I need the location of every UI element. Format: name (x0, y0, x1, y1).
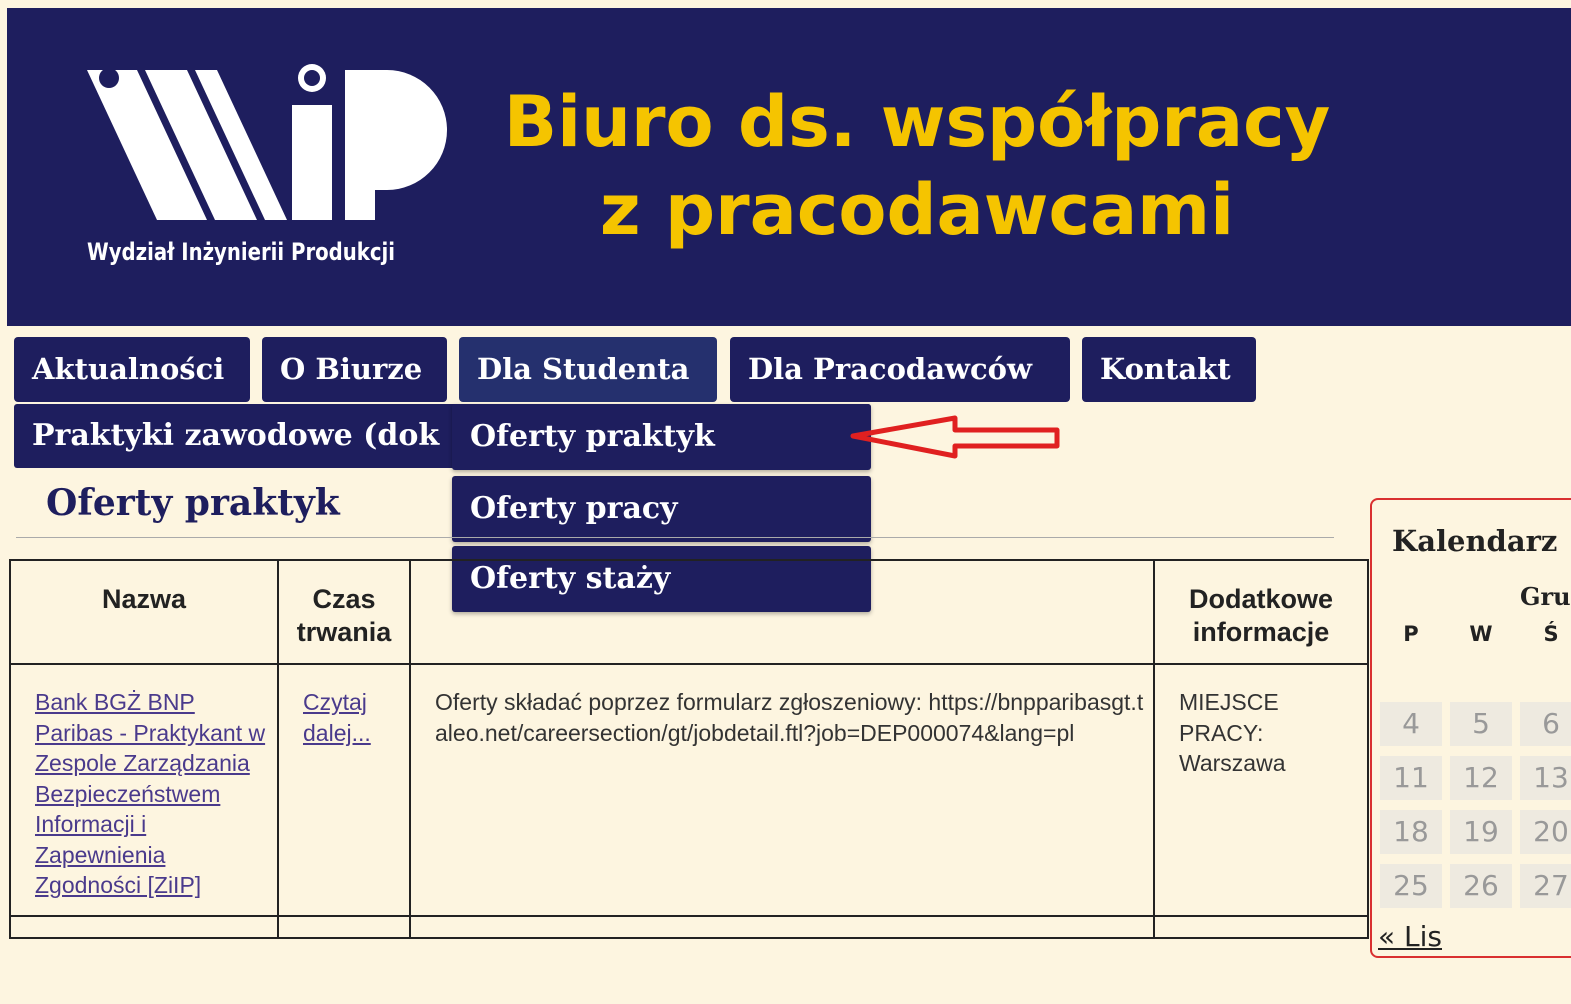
table-header-row: Nazwa Czas trwania Dodatkowe informacje (9, 559, 1369, 665)
tab-dla-pracodawcow[interactable]: Dla Pracodawców (730, 337, 1070, 402)
offer-name-link[interactable]: Bank BGŻ BNP Paribas - Praktykant w Zesp… (35, 689, 265, 898)
calendar-month: Gru (1520, 582, 1571, 611)
cell-name: Bank BGŻ BNP Paribas - Praktykant w Zesp… (9, 663, 279, 917)
cell-duration: Czytaj dalej... (277, 663, 411, 917)
calendar-day[interactable]: 20 (1520, 810, 1571, 854)
site-title-line1: Biuro ds. współpracy (503, 81, 1331, 163)
table-row (9, 914, 1369, 939)
offers-table: Nazwa Czas trwania Dodatkowe informacje … (9, 559, 1369, 939)
calendar-day[interactable]: 5 (1450, 702, 1512, 746)
header-empty (409, 559, 1155, 665)
tab-dla-studenta[interactable]: Dla Studenta (459, 337, 717, 402)
site-title: Biuro ds. współpracy z pracodawcami (477, 78, 1357, 254)
dropdown-item-oferty-pracy[interactable]: Oferty pracy (452, 476, 871, 542)
empty-cell (1153, 914, 1369, 939)
page-title: Oferty praktyk (46, 482, 340, 524)
calendar-day[interactable]: 13 (1520, 756, 1571, 800)
table-row: Bank BGŻ BNP Paribas - Praktykant w Zesp… (9, 663, 1369, 917)
title-divider (16, 537, 1334, 538)
calendar-day[interactable]: 18 (1380, 810, 1442, 854)
calendar-day[interactable]: 26 (1450, 864, 1512, 908)
calendar-title: Kalendarz (1392, 524, 1558, 558)
tab-kontakt[interactable]: Kontakt (1082, 337, 1256, 402)
calendar-day[interactable]: 27 (1520, 864, 1571, 908)
faculty-logo[interactable]: Wydział Inżynierii Produkcji (87, 50, 467, 280)
empty-cell (277, 914, 411, 939)
calendar-widget: Kalendarz Gru P W Ś 4 5 6 11 12 13 18 19… (1370, 498, 1571, 958)
empty-cell (409, 914, 1155, 939)
site-header: Wydział Inżynierii Produkcji Biuro ds. w… (7, 8, 1571, 326)
calendar-dayname: P (1403, 622, 1419, 646)
calendar-dayname: Ś (1543, 622, 1559, 646)
calendar-day[interactable]: 19 (1450, 810, 1512, 854)
logo-caption: Wydział Inżynierii Produkcji (87, 238, 396, 266)
cell-description: Oferty składać poprzez formularz zgłosze… (409, 663, 1155, 917)
header-nazwa: Nazwa (9, 559, 279, 665)
calendar-day[interactable]: 12 (1450, 756, 1512, 800)
calendar-day[interactable]: 4 (1380, 702, 1442, 746)
read-more-link[interactable]: Czytaj dalej... (303, 689, 371, 746)
calendar-prev-month-link[interactable]: « Lis (1378, 920, 1442, 953)
dropdown-item-oferty-praktyk[interactable]: Oferty praktyk (452, 404, 871, 470)
empty-cell (9, 914, 279, 939)
calendar-dayname: W (1469, 622, 1493, 646)
submenu-item-praktyki-zawodowe[interactable]: Praktyki zawodowe (dok (32, 404, 452, 468)
red-arrow-icon (850, 415, 1060, 459)
calendar-day[interactable]: 6 (1520, 702, 1571, 746)
tab-aktualnosci[interactable]: Aktualności (14, 337, 250, 402)
tab-o-biurze[interactable]: O Biurze (262, 337, 447, 402)
header-czas-trwania: Czas trwania (277, 559, 411, 665)
calendar-day[interactable]: 25 (1380, 864, 1442, 908)
site-title-line2: z pracodawcami (599, 169, 1235, 251)
calendar-day[interactable]: 11 (1380, 756, 1442, 800)
wip-logo-icon (87, 64, 447, 220)
cell-extra: MIEJSCE PRACY: Warszawa (1153, 663, 1369, 917)
header-dodatkowe-informacje: Dodatkowe informacje (1153, 559, 1369, 665)
